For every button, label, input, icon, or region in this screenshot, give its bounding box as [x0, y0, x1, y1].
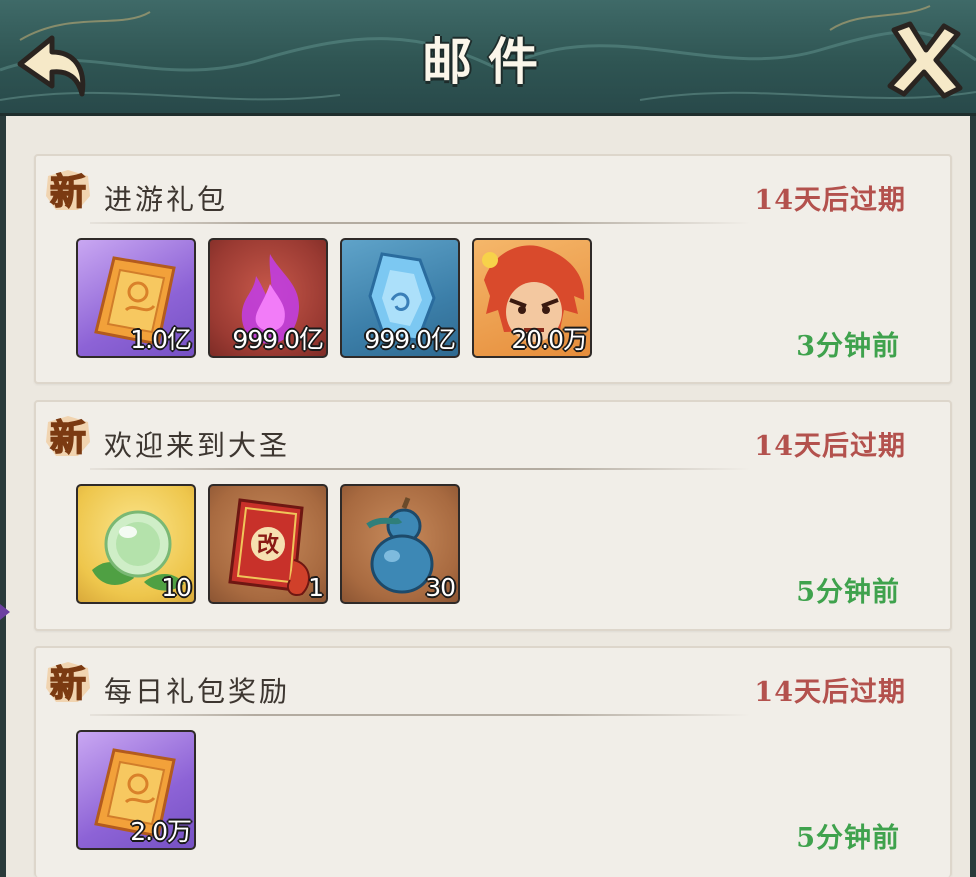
attachment-item[interactable]: 10	[76, 484, 196, 604]
attachment-item[interactable]: 999.0亿	[208, 238, 328, 358]
attachment-quantity: 30	[425, 573, 456, 602]
mail-subject: 每日礼包奖励	[104, 675, 291, 708]
side-marker	[0, 604, 10, 620]
attachment-quantity: 999.0亿	[364, 325, 456, 354]
attachment-item[interactable]: 999.0亿	[340, 238, 460, 358]
mail-expire-text: 14天后过期	[754, 431, 906, 462]
mail-expire-text: 14天后过期	[754, 185, 906, 216]
attachment-quantity: 1	[308, 573, 324, 602]
mail-item[interactable]: 新 进游礼包 14天后过期 1.0亿 999.0亿 999.0亿 20.0万 3…	[34, 154, 952, 384]
attachment-quantity: 999.0亿	[232, 325, 324, 354]
close-button[interactable]	[882, 16, 966, 102]
subject-divider	[90, 222, 750, 224]
book-glyph: 改	[257, 532, 280, 558]
mail-sent-time: 3分钟前	[796, 331, 900, 362]
mail-sent-time: 5分钟前	[796, 823, 900, 854]
attachment-item[interactable]: 20.0万	[472, 238, 592, 358]
new-badge-text: 新	[50, 417, 86, 459]
mail-item[interactable]: 新 欢迎来到大圣 14天后过期 10 改 1 30 5分钟前	[34, 400, 952, 631]
attachment-quantity: 1.0亿	[130, 325, 192, 354]
page-title: 邮件	[422, 32, 554, 91]
new-badge-text: 新	[50, 663, 86, 705]
close-x-icon	[887, 21, 963, 99]
attachment-item[interactable]: 1.0亿	[76, 238, 196, 358]
attachment-item[interactable]: 改 1	[208, 484, 328, 604]
attachment-quantity: 2.0万	[130, 817, 192, 846]
attachment-quantity: 10	[161, 573, 192, 602]
attachment-quantity: 20.0万	[511, 325, 588, 354]
mail-item[interactable]: 新 每日礼包奖励 14天后过期 2.0万 5分钟前	[34, 646, 952, 877]
mail-sent-time: 5分钟前	[796, 577, 900, 608]
new-badge-text: 新	[50, 171, 86, 213]
subject-divider	[90, 714, 750, 716]
new-badge-icon: 新	[46, 170, 90, 214]
subject-divider	[90, 468, 750, 470]
mail-subject: 进游礼包	[104, 183, 229, 216]
attachment-item[interactable]: 30	[340, 484, 460, 604]
mail-subject: 欢迎来到大圣	[104, 429, 291, 462]
mail-expire-text: 14天后过期	[754, 677, 906, 708]
header-bar: 邮件	[0, 0, 976, 116]
new-badge-icon: 新	[46, 662, 90, 706]
new-badge-icon: 新	[46, 416, 90, 460]
attachment-item[interactable]: 2.0万	[76, 730, 196, 850]
